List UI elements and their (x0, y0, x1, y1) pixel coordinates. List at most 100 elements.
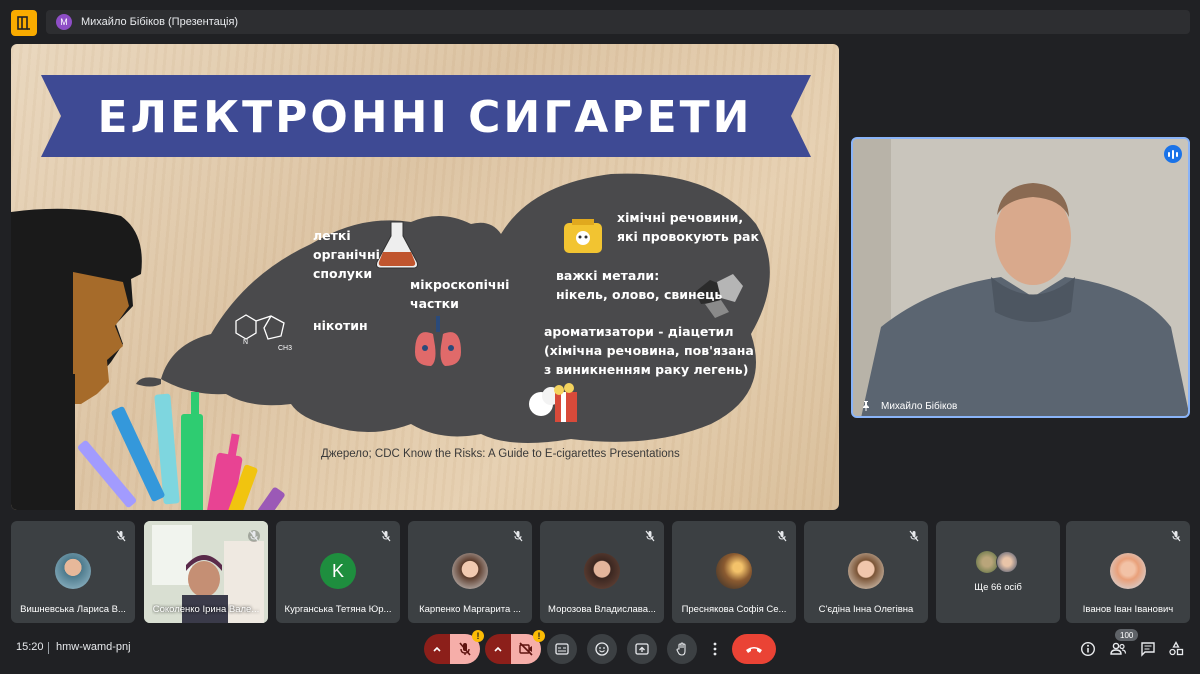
present-screen-icon (635, 643, 649, 655)
mic-muted-icon (116, 530, 126, 542)
participant-tile[interactable]: Преснякова Софія Се... (672, 521, 796, 623)
raise-hand-button[interactable] (667, 634, 697, 664)
text-line: мікроскопічні (410, 277, 510, 292)
text-line: нікель, олово, свинець (556, 287, 723, 302)
slide-text-flavors: ароматизатори - діацетил (хімічна речови… (544, 322, 754, 379)
participant-name: Соколенко Ірина Вале... (152, 604, 260, 615)
activities-button[interactable] (1166, 639, 1186, 659)
presenter-name: Михайло Бібіков (881, 401, 958, 412)
people-button[interactable] (1108, 639, 1128, 659)
pin-icon[interactable] (860, 400, 872, 412)
presentation-info-bar[interactable]: М Михайло Бібіков (Презентація) (46, 10, 1190, 34)
more-options-button[interactable] (707, 634, 723, 664)
presenter-video (853, 139, 1188, 416)
participant-name: Карпенко Маргарита ... (419, 604, 521, 615)
meeting-time: 15:20 (16, 641, 44, 653)
participant-name: Морозова Владислава... (548, 604, 656, 615)
text-line: органічні (313, 247, 380, 262)
mic-muted-icon (909, 530, 919, 542)
mic-muted-icon (645, 530, 655, 542)
more-vert-icon (713, 642, 717, 656)
camera-options-button[interactable] (485, 634, 511, 664)
participant-avatar: K (320, 553, 356, 589)
svg-text:N: N (243, 339, 248, 346)
document-logo-icon (17, 16, 30, 30)
avatar-letter: K (331, 560, 344, 581)
slide-text-nicotine: нікотин (313, 318, 368, 333)
mic-muted-icon (248, 530, 260, 542)
people-icon (1110, 642, 1127, 655)
meet-app-logo[interactable] (11, 10, 37, 36)
more-participants-tile[interactable]: Ще 66 осіб (936, 521, 1060, 623)
mic-options-button[interactable] (424, 634, 450, 664)
camera-off-icon (519, 642, 533, 656)
text-line: (хімічна речовина, пов'язана (544, 343, 754, 358)
mic-off-icon (459, 642, 471, 656)
participant-avatar (848, 553, 884, 589)
participant-name: Вишневська Лариса В... (20, 604, 126, 615)
activities-icon (1169, 641, 1184, 656)
participant-tile[interactable]: Іванов Іван Іванович (1066, 521, 1190, 623)
hang-up-icon (746, 647, 762, 653)
text-line: ароматизатори - діацетил (544, 324, 734, 339)
meeting-info-button[interactable] (1078, 639, 1098, 659)
participant-tile[interactable]: С'єдіна Інна Олегівна (804, 521, 928, 623)
text-line: сполуки (313, 266, 373, 281)
text-line: частки (410, 296, 459, 311)
svg-text:CH3: CH3 (278, 345, 292, 352)
bottom-divider (48, 642, 49, 654)
participant-avatar (976, 551, 998, 573)
chevron-up-icon (433, 646, 441, 652)
slide-text-micro: мікроскопічні частки (410, 275, 509, 313)
mic-muted-icon (1171, 530, 1181, 542)
participant-avatar (716, 553, 752, 589)
chat-button[interactable] (1138, 639, 1158, 659)
chat-icon (1141, 642, 1155, 657)
slide-text-metals: важкі метали: нікель, олово, свинець (556, 266, 722, 304)
text-line: які провокують рак (617, 229, 759, 244)
participant-avatar (55, 553, 91, 589)
participant-name: Іванов Іван Іванович (1082, 604, 1174, 615)
present-screen-button[interactable] (627, 634, 657, 664)
text-line: з виникненням раку легень) (544, 362, 749, 377)
slide-text-volatile: леткі органічні сполуки (313, 226, 380, 283)
presenter-video-tile[interactable]: Михайло Бібіков (851, 137, 1190, 418)
slide-source: Джерело; CDC Know the Risks: A Guide to … (321, 448, 680, 460)
participant-tile[interactable]: Соколенко Ірина Вале... (144, 521, 268, 623)
participant-tile[interactable]: Морозова Владислава... (540, 521, 664, 623)
camera-control-group: ! (485, 630, 545, 664)
slide-text-carcinogens: хімічні речовини, які провокують рак (617, 208, 759, 246)
captions-button[interactable] (547, 634, 577, 664)
slide-title: Електронні сигарети (97, 92, 753, 143)
chevron-up-icon (494, 646, 502, 652)
captions-icon (555, 643, 569, 655)
participant-tile[interactable]: K Курганська Тетяна Юр... (276, 521, 400, 623)
mic-muted-icon (513, 530, 523, 542)
camera-warning-icon: ! (533, 630, 545, 642)
participant-avatar (996, 551, 1018, 573)
participant-avatar (1110, 553, 1146, 589)
participant-name: Преснякова Софія Се... (681, 604, 787, 615)
meeting-code: hmw-wamd-pnj (56, 641, 131, 653)
text-line: важкі метали: (556, 268, 660, 283)
raise-hand-icon (676, 642, 686, 656)
participant-avatar (452, 553, 488, 589)
text-line: леткі (313, 228, 351, 243)
participant-tile[interactable]: Карпенко Маргарита ... (408, 521, 532, 623)
presenter-avatar: М (56, 14, 72, 30)
presented-slide: CH3 N ЕЛЕКТРОННІ СИГАРЕТИ леткі органічн… (11, 44, 839, 510)
participant-avatar (584, 553, 620, 589)
mic-muted-icon (777, 530, 787, 542)
leave-call-button[interactable] (732, 634, 776, 664)
participant-name: С'єдіна Інна Олегівна (818, 604, 914, 615)
presentation-label: Михайло Бібіков (Презентація) (81, 16, 239, 28)
emoji-icon (595, 642, 609, 656)
mic-warning-icon: ! (472, 630, 484, 642)
emoji-button[interactable] (587, 634, 617, 664)
info-icon (1080, 641, 1096, 657)
participant-name: Курганська Тетяна Юр... (284, 604, 392, 615)
mic-muted-icon (381, 530, 391, 542)
speaking-indicator-icon (1164, 145, 1182, 163)
mic-control-group: ! (424, 630, 484, 664)
participant-tile[interactable]: Вишневська Лариса В... (11, 521, 135, 623)
